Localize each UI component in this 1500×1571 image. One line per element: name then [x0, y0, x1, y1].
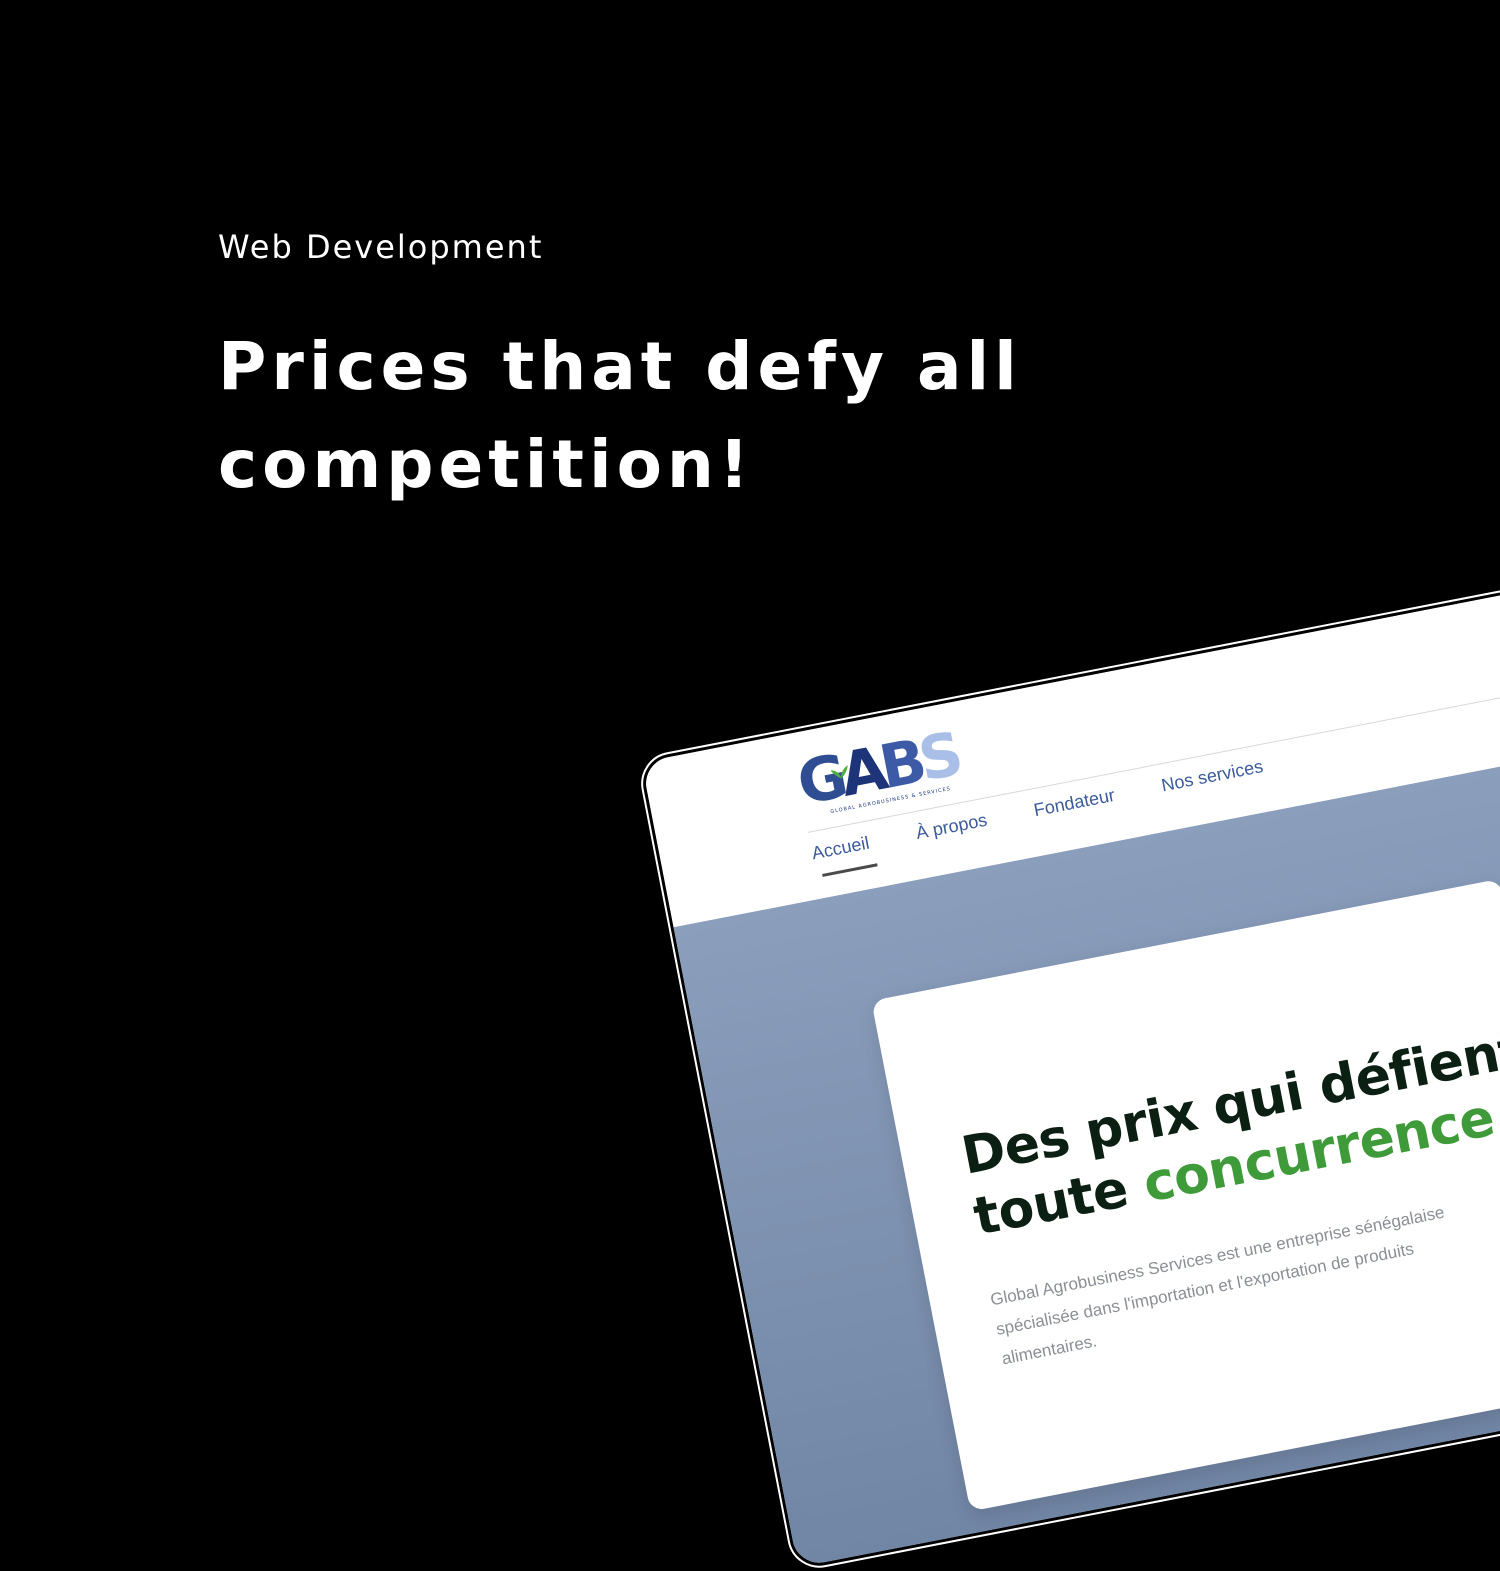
nav-item-fondateur[interactable]: Fondateur — [1032, 785, 1119, 835]
nav-item-accueil[interactable]: Accueil — [810, 833, 874, 878]
hero-card: Des prix qui défient toute concurrence !… — [871, 878, 1500, 1512]
nav-item-nos-services[interactable]: Nos services — [1160, 756, 1268, 810]
gabs-logo[interactable]: GABS GLOBAL AGROBUSINESS & SERVICES — [792, 720, 972, 819]
intro-headline: Prices that defy all competition! — [218, 328, 1022, 503]
website-mockup: GABS GLOBAL AGROBUSINESS & SERVICES Accu… — [635, 546, 1500, 1571]
nav-item-a-propos[interactable]: À propos — [914, 810, 991, 858]
intro-eyebrow: Web Development — [218, 228, 544, 266]
